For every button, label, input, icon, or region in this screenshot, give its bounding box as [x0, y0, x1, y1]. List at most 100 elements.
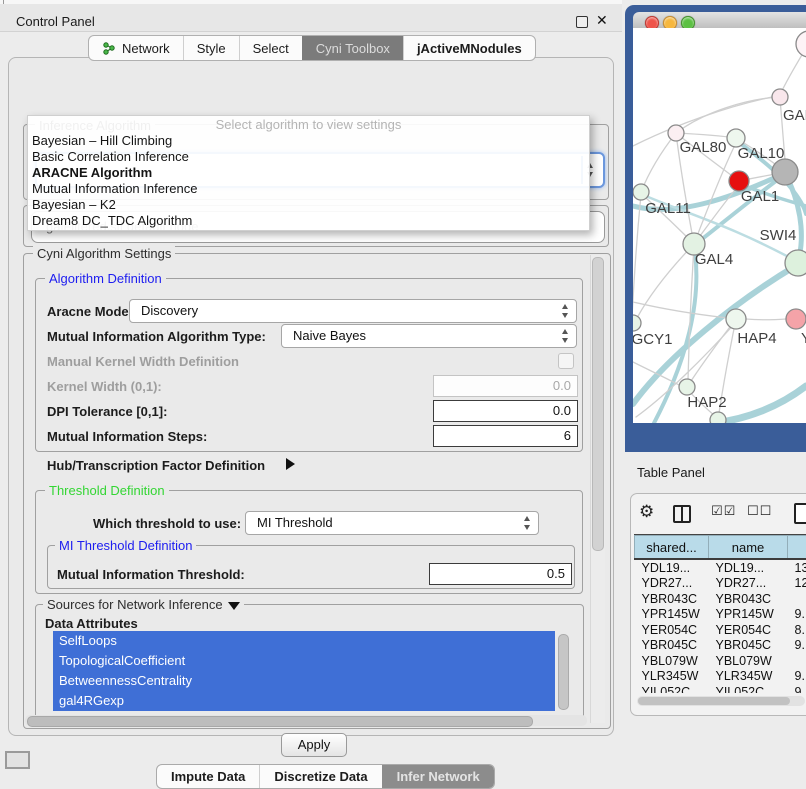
column-header-a[interactable]: A: [788, 536, 806, 560]
manual-kernel-checkbox[interactable]: [558, 353, 574, 369]
network-node[interactable]: [710, 412, 726, 423]
network-edge[interactable]: [714, 386, 806, 423]
mi-type-value: Naive Bayes: [293, 328, 366, 343]
network-node-hap4[interactable]: [726, 309, 746, 329]
table-row[interactable]: YPR145WYPR145W9.: [635, 607, 806, 623]
kernel-width-field[interactable]: 0.0: [433, 375, 578, 397]
split-columns-icon[interactable]: [673, 505, 691, 523]
hub-definition-label[interactable]: Hub/Transcription Factor Definition: [47, 458, 265, 473]
network-window: GALGAL80GAL10GAL1GAL11SWI4GAL4GCY1HAP4YH…: [625, 5, 806, 452]
table-row[interactable]: YBR043CYBR043C: [635, 591, 806, 607]
settings-scrollbar-thumb[interactable]: [592, 257, 604, 551]
settings-hscrollbar-thumb[interactable]: [27, 716, 533, 727]
name-cell: YPR145W: [709, 607, 788, 623]
table-row[interactable]: YBL079WYBL079W: [635, 653, 806, 669]
tab-cyni-toolbox[interactable]: Cyni Toolbox: [302, 36, 403, 60]
shared-name-cell: YLR345W: [635, 669, 709, 685]
combo-stepper-icon: [561, 329, 570, 343]
network-canvas[interactable]: GALGAL80GAL10GAL1GAL11SWI4GAL4GCY1HAP4YH…: [633, 28, 806, 423]
aracne-mode-value: Discovery: [141, 303, 198, 318]
minimized-panel-icon[interactable]: [5, 751, 30, 769]
apply-button[interactable]: Apply: [281, 733, 347, 757]
network-edge[interactable]: [641, 133, 676, 192]
tab-select[interactable]: Select: [239, 36, 302, 60]
dpi-tolerance-label: DPI Tolerance [0,1]:: [47, 404, 167, 419]
deselect-all-icon[interactable]: ☐☐: [747, 504, 772, 519]
aracne-mode-label: Aracne Mode:: [47, 304, 133, 319]
table-hscrollbar-thumb[interactable]: [638, 697, 790, 705]
network-node-hap2[interactable]: [679, 379, 695, 395]
collapse-arrow-icon[interactable]: [228, 602, 240, 610]
network-edge[interactable]: [676, 97, 779, 133]
table-row[interactable]: YBR045CYBR045C9.: [635, 638, 806, 654]
network-edge[interactable]: [637, 244, 694, 318]
column-header-name[interactable]: name: [709, 536, 788, 560]
select-all-icon[interactable]: ☑☑: [711, 504, 736, 519]
shared-name-cell: YDL19...: [635, 559, 709, 576]
node-label-gal11: GAL11: [645, 200, 691, 217]
network-node-swi4[interactable]: [785, 250, 806, 276]
sources-legend-text: Sources for Network Inference: [47, 597, 223, 612]
network-icon: [102, 41, 116, 55]
network-node-gal[interactable]: [772, 89, 788, 105]
which-threshold-combo[interactable]: MI Threshold: [245, 511, 539, 535]
table-row[interactable]: YDL19...YDL19...13: [635, 559, 806, 576]
network-node-gcy1[interactable]: [633, 315, 641, 331]
column-header-shared[interactable]: shared...: [635, 536, 709, 560]
mi-threshold-field[interactable]: 0.5: [429, 563, 572, 585]
tab-discretize-data[interactable]: Discretize Data: [259, 765, 381, 788]
algorithm-option-dream8-dc-tdc-algorithm[interactable]: Dream8 DC_TDC Algorithm: [28, 213, 589, 229]
algorithm-option-aracne-algorithm[interactable]: ARACNE Algorithm: [28, 165, 589, 181]
network-edge[interactable]: [633, 194, 641, 318]
expand-arrow-icon[interactable]: [286, 458, 295, 470]
tab-label: Network: [122, 41, 170, 56]
algorithm-option-mutual-information-inference[interactable]: Mutual Information Inference: [28, 181, 589, 197]
gear-icon[interactable]: ⚙: [639, 502, 654, 522]
export-icon[interactable]: [794, 503, 806, 524]
value-cell: 12: [788, 576, 806, 592]
combo-stepper-icon: [523, 516, 532, 530]
shared-name-cell: YER054C: [635, 622, 709, 638]
table-hscrollbar[interactable]: [637, 696, 805, 706]
algorithm-option-bayesian-k2[interactable]: Bayesian – K2: [28, 197, 589, 213]
mi-type-combo[interactable]: Naive Bayes: [281, 324, 577, 348]
table-row[interactable]: YER054CYER054C8.: [635, 622, 806, 638]
algorithm-dropdown-list: Bayesian – Hill ClimbingBasic Correlatio…: [28, 133, 589, 229]
network-node[interactable]: [772, 159, 798, 185]
float-panel-icon[interactable]: [576, 16, 588, 28]
mi-steps-field[interactable]: 6: [433, 425, 578, 447]
attributes-scrollbar-thumb[interactable]: [558, 634, 569, 710]
attribute-item-gal4rgexp[interactable]: gal4RGexp: [53, 691, 555, 711]
tab-jactivemnodules[interactable]: jActiveMNodules: [403, 36, 535, 60]
network-edge[interactable]: [677, 141, 694, 244]
tab-style[interactable]: Style: [183, 36, 239, 60]
tab-network[interactable]: Network: [89, 36, 183, 60]
shared-name-cell: YBR043C: [635, 591, 709, 607]
network-edge[interactable]: [633, 362, 681, 386]
attribute-item-topologicalcoefficient[interactable]: TopologicalCoefficient: [53, 651, 555, 671]
network-node-gal11[interactable]: [633, 184, 649, 200]
network-edge[interactable]: [633, 302, 728, 318]
attribute-item-selfloops[interactable]: SelfLoops: [53, 631, 555, 651]
node-label-y: Y: [801, 330, 806, 347]
node-label-gal4: GAL4: [695, 251, 733, 268]
sources-legend[interactable]: Sources for Network Inference: [43, 597, 244, 612]
close-panel-icon[interactable]: ✕: [596, 12, 608, 29]
algorithm-option-bayesian-hill-climbing[interactable]: Bayesian – Hill Climbing: [28, 133, 589, 149]
dpi-tolerance-field[interactable]: 0.0: [433, 400, 578, 422]
aracne-mode-combo[interactable]: Discovery: [129, 299, 577, 323]
network-node-y[interactable]: [786, 309, 806, 329]
table-row[interactable]: YLR345WYLR345W9.: [635, 669, 806, 685]
table-row[interactable]: YDR27...YDR27...12: [635, 576, 806, 592]
node-label-gal1: GAL1: [741, 188, 779, 205]
tab-impute-data[interactable]: Impute Data: [157, 765, 259, 788]
node-label-hap4: HAP4: [737, 330, 776, 347]
node-label-hap2: HAP2: [687, 394, 726, 411]
shared-name-cell: YBR045C: [635, 638, 709, 654]
network-edge[interactable]: [746, 319, 786, 320]
network-node[interactable]: [796, 31, 806, 57]
table-row[interactable]: YIL052CYIL052C9: [635, 684, 806, 693]
tab-infer-network[interactable]: Infer Network: [382, 765, 494, 788]
algorithm-option-basic-correlation-inference[interactable]: Basic Correlation Inference: [28, 149, 589, 165]
attribute-item-betweennesscentrality[interactable]: BetweennessCentrality: [53, 671, 555, 691]
